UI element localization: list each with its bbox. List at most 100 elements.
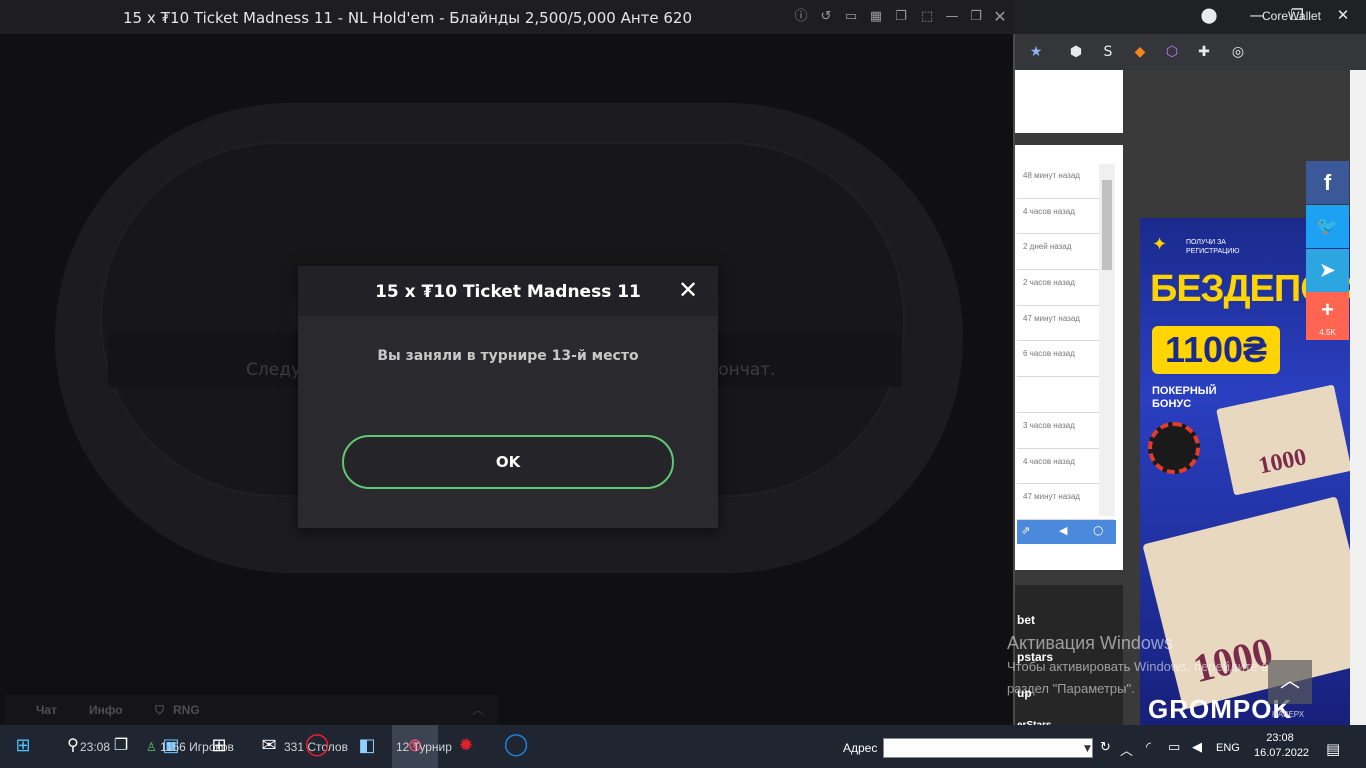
- list-scrollbar-thumb[interactable]: [1102, 180, 1112, 270]
- taskbar-app-browser[interactable]: ◯: [496, 725, 536, 768]
- table-message-right: кончат.: [708, 360, 776, 380]
- task-view-icon: ❐: [113, 735, 129, 754]
- list-item-time: 47 минут назад: [1023, 492, 1080, 502]
- history-icon[interactable]: ↺: [817, 8, 835, 26]
- clock-time: 23:08: [1266, 732, 1294, 744]
- battery-icon[interactable]: ▭: [1168, 740, 1180, 755]
- taskbar-app-mail[interactable]: ✉: [252, 725, 286, 768]
- browser-toolbar: ★ ⬢ S ◆ ⬡ ✚ ◎: [1015, 34, 1366, 70]
- poker-chip-app-icon: ✹: [458, 735, 474, 756]
- poker-chip-icon: [1148, 422, 1200, 474]
- gift-icon: ✦: [1152, 234, 1168, 255]
- clock[interactable]: 23:08 16.07.2022: [1254, 731, 1310, 761]
- taskbar-app-opera[interactable]: ◯: [300, 725, 334, 768]
- close-icon[interactable]: ✕: [1329, 6, 1357, 24]
- telegram-share-icon[interactable]: ➤: [1306, 249, 1349, 292]
- tab-rng[interactable]: RNG: [173, 703, 200, 717]
- info-icon[interactable]: ⓘ: [792, 8, 810, 26]
- tournaments-count: 12 Турнир: [396, 740, 452, 754]
- windows-activation-watermark: Активация Windows Чтобы активировать Win…: [1007, 633, 1268, 698]
- browser-app-icon: ◯: [503, 732, 529, 757]
- taskbar-app-pokerstars[interactable]: ✹: [446, 725, 486, 768]
- list-item-time: 4 часов назад: [1023, 206, 1075, 216]
- poker-window-title: 15 x ₮10 Ticket Madness 11 - NL Hold'em …: [122, 9, 693, 27]
- dialog-message: Вы заняли в турнире 13-й место: [377, 348, 639, 364]
- address-dropdown-icon[interactable]: ▼: [1084, 744, 1091, 754]
- restore-icon[interactable]: ❐: [967, 8, 985, 26]
- scroll-top-button[interactable]: ︿: [1268, 660, 1312, 704]
- tile-icon[interactable]: ▦: [867, 8, 885, 26]
- more-share-button[interactable]: + 4.5K: [1306, 292, 1349, 340]
- language-indicator[interactable]: ENG: [1216, 742, 1240, 754]
- bookmark-star-icon[interactable]: ★: [1027, 43, 1045, 61]
- list-item-time: 2 часов назад: [1023, 278, 1075, 288]
- page-scrollbar[interactable]: [1350, 70, 1366, 725]
- cascade-icon[interactable]: ❐: [892, 8, 910, 26]
- volume-icon[interactable]: ◀: [1059, 524, 1067, 537]
- store-icon: ⊞: [211, 735, 227, 756]
- extension-s-icon[interactable]: S: [1099, 43, 1117, 61]
- address-input[interactable]: [883, 738, 1093, 758]
- dialog-header: 15 x ₮10 Ticket Madness 11 ✕: [298, 266, 718, 316]
- taskbar-app-notes[interactable]: ◧: [350, 725, 384, 768]
- opera-icon: ◯: [304, 732, 330, 757]
- taskbar: ⊞ ⚲ 23:08 ❐ ♙ ▣ 1156 Игроков ⊞ ✉ 331 Сто…: [0, 725, 1366, 768]
- clock-date: 16.07.2022: [1254, 747, 1310, 759]
- extensions-puzzle-icon[interactable]: ✚: [1195, 43, 1213, 61]
- corewallet-icon[interactable]: ◎: [1229, 43, 1247, 61]
- external-link-icon[interactable]: ⇗: [1021, 524, 1030, 537]
- tab-info[interactable]: Инфо: [89, 703, 123, 717]
- list-item-time: 48 минут назад: [1023, 171, 1080, 180]
- list-scrollbar[interactable]: [1099, 164, 1115, 516]
- mail-icon: ✉: [261, 735, 277, 756]
- windows-icon: ⊞: [15, 735, 31, 756]
- corewallet-label[interactable]: CoreWallet: [1262, 9, 1321, 23]
- metamask-icon[interactable]: ◆: [1131, 43, 1149, 61]
- profile-dropdown-icon[interactable]: ⬤: [1195, 6, 1223, 24]
- ad-small-text: ПОЛУЧИ ЗА РЕГИСТРАЦИЮ: [1186, 239, 1240, 255]
- activation-line-1: Чтобы активировать Windows, перейдите в: [1007, 659, 1269, 674]
- table-bottom-bar: Чат Инфо ⛉ RNG: [5, 695, 498, 725]
- share-count: 4.5K: [1319, 328, 1336, 337]
- fit-icon[interactable]: ⬚: [918, 8, 936, 26]
- address-label: Адрес: [843, 741, 878, 755]
- lobby-icon[interactable]: ▭: [842, 8, 860, 26]
- list-item-time: 2 дней назад: [1023, 242, 1072, 252]
- scroll-top-label: НАВЕРХ: [1272, 710, 1305, 719]
- ok-button[interactable]: OK: [342, 435, 674, 489]
- refresh-icon[interactable]: ↻: [1100, 740, 1111, 755]
- ad-amount: 1100₴: [1152, 326, 1280, 374]
- tournament-result-dialog: 15 x ₮10 Ticket Madness 11 ✕ Вы заняли в…: [298, 266, 718, 528]
- extension-hex-icon[interactable]: ⬡: [1163, 43, 1181, 61]
- banknote-value: 1000: [1256, 444, 1309, 480]
- list-item-time: 3 часов назад: [1023, 420, 1075, 430]
- notes-icon: ◧: [358, 735, 376, 756]
- page-white-box: [1015, 70, 1123, 133]
- facebook-share-icon[interactable]: f: [1306, 161, 1349, 204]
- list-item-time: 6 часов назад: [1023, 349, 1075, 359]
- shield-icon: ⛉: [155, 703, 165, 717]
- dialog-title: 15 x ₮10 Ticket Madness 11: [375, 282, 641, 302]
- list-item-time: 47 минут назад: [1023, 313, 1080, 323]
- table-message-left: Следу: [246, 360, 302, 380]
- notifications-icon[interactable]: ▤: [1326, 740, 1340, 758]
- poker-titlebar: 15 x ₮10 Ticket Madness 11 - NL Hold'em …: [0, 0, 1015, 34]
- volume-icon[interactable]: ◀: [1192, 740, 1202, 755]
- activation-line-2: раздел "Параметры".: [1007, 681, 1135, 696]
- chevron-up-icon[interactable]: ︿: [472, 701, 484, 718]
- tray-chevron-icon[interactable]: ︿: [1120, 740, 1133, 759]
- close-icon[interactable]: ✕: [991, 8, 1009, 26]
- twitter-share-icon[interactable]: 🐦: [1306, 205, 1349, 248]
- site-label-bet[interactable]: bet: [1017, 613, 1035, 627]
- tab-chat[interactable]: Чат: [36, 703, 57, 717]
- extension-cube-icon[interactable]: ⬢: [1067, 43, 1085, 61]
- player-controls-bar: ⇗ ◀ ○: [1017, 520, 1116, 544]
- minimize-icon[interactable]: —: [943, 8, 961, 26]
- close-icon[interactable]: ✕: [676, 278, 700, 302]
- activation-title: Активация Windows: [1007, 633, 1173, 653]
- circle-icon[interactable]: ○: [1093, 523, 1103, 537]
- wifi-icon[interactable]: ◜: [1146, 740, 1151, 755]
- task-view-button[interactable]: ❐: [106, 725, 136, 768]
- taskbar-app-store[interactable]: ⊞: [202, 725, 236, 768]
- start-button[interactable]: ⊞: [0, 725, 46, 768]
